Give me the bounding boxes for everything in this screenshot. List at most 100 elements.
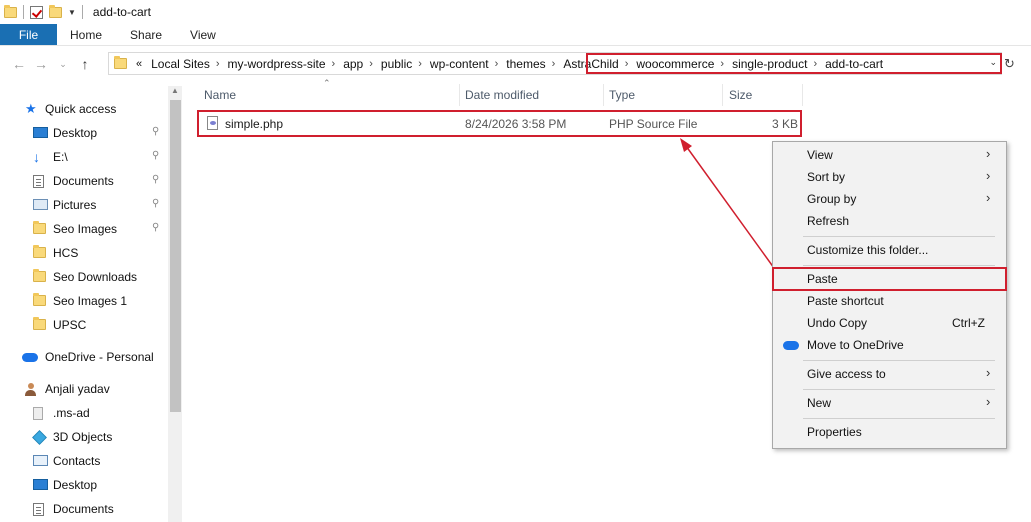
breadcrumb-public[interactable]: public <box>381 57 412 71</box>
column-divider[interactable] <box>722 84 723 106</box>
sidebar-item-onedrive[interactable]: OneDrive - Personal <box>0 346 168 368</box>
breadcrumb-chevron-icon[interactable]: › <box>332 58 336 70</box>
sidebar-item-documents-2[interactable]: Documents <box>0 498 168 520</box>
menu-item-label: Sort by <box>807 170 846 184</box>
pin-icon[interactable]: ⚲ <box>152 150 159 161</box>
submenu-chevron-icon: › <box>986 190 991 205</box>
recent-locations-chevron-icon[interactable]: ⌄ <box>52 59 74 70</box>
column-divider[interactable] <box>459 84 460 106</box>
breadcrumb-chevron-icon[interactable]: › <box>625 58 629 70</box>
submenu-chevron-icon: › <box>986 365 991 380</box>
sidebar-scrollbar-thumb[interactable] <box>170 100 181 412</box>
sidebar-item-contacts[interactable]: Contacts <box>0 450 168 472</box>
sidebar-item-desktop-2[interactable]: Desktop <box>0 474 168 496</box>
pin-icon[interactable]: ⚲ <box>152 198 159 209</box>
sidebar-item-user[interactable]: Anjali yadav <box>0 378 168 400</box>
menu-item-give-access[interactable]: Give access to › <box>773 363 1006 385</box>
sidebar-item-upsc[interactable]: UPSC <box>0 314 168 336</box>
menu-item-paste[interactable]: Paste <box>773 268 1006 290</box>
overflow-chevron-icon[interactable]: « <box>136 58 142 70</box>
file-name: simple.php <box>225 117 284 131</box>
menu-item-paste-shortcut[interactable]: Paste shortcut <box>773 290 1006 312</box>
breadcrumb-themes[interactable]: themes <box>506 57 545 71</box>
breadcrumb-chevron-icon[interactable]: › <box>369 58 373 70</box>
breadcrumb-add-to-cart[interactable]: add-to-cart <box>825 57 883 71</box>
breadcrumb-astrachild[interactable]: AstraChild <box>563 57 618 71</box>
contacts-icon <box>33 455 48 466</box>
sidebar-item-seo-images-1[interactable]: Seo Images 1 <box>0 290 168 312</box>
column-divider[interactable] <box>802 84 803 106</box>
refresh-icon[interactable]: ↻ <box>1004 56 1015 72</box>
desktop-icon <box>33 479 48 490</box>
column-header-date-modified[interactable]: Date modified <box>465 84 539 106</box>
user-icon <box>25 383 36 396</box>
breadcrumb-chevron-icon[interactable]: › <box>418 58 422 70</box>
back-arrow-icon[interactable]: ← <box>8 56 30 72</box>
menu-separator <box>803 389 995 390</box>
ribbon-tabs: File Home Share View <box>0 24 1031 46</box>
folder-icon <box>4 4 17 18</box>
file-row[interactable]: simple.php 8/24/2026 3:58 PM PHP Source … <box>198 112 802 136</box>
menu-item-move-to-onedrive[interactable]: Move to OneDrive <box>773 334 1006 356</box>
breadcrumb-chevron-icon[interactable]: › <box>216 58 220 70</box>
breadcrumb-chevron-icon[interactable]: › <box>552 58 556 70</box>
customize-toolbar-chevron-icon[interactable]: ▼ <box>68 8 76 17</box>
menu-item-view[interactable]: View › <box>773 144 1006 166</box>
menu-item-label: New <box>807 396 832 410</box>
new-folder-icon[interactable] <box>49 4 62 18</box>
menu-item-customize-folder[interactable]: Customize this folder... <box>773 239 1006 261</box>
pin-icon[interactable]: ⚲ <box>152 222 159 233</box>
breadcrumb-chevron-icon[interactable]: › <box>720 58 724 70</box>
column-header-name[interactable]: Name <box>204 84 236 106</box>
up-arrow-icon[interactable]: ↑ <box>74 56 96 72</box>
address-bar[interactable]: « Local Sites › my-wordpress-site › app … <box>108 52 1002 75</box>
breadcrumb-chevron-icon[interactable]: › <box>813 58 817 70</box>
menu-item-label: Customize this folder... <box>807 243 929 257</box>
tab-home[interactable]: Home <box>57 24 116 45</box>
sidebar-item-3d-objects[interactable]: 3D Objects <box>0 426 168 448</box>
forward-arrow-icon[interactable]: → <box>30 56 52 72</box>
menu-item-refresh[interactable]: Refresh <box>773 210 1006 232</box>
breadcrumb-wp-content[interactable]: wp-content <box>430 57 489 71</box>
breadcrumb-chevron-icon[interactable]: › <box>495 58 499 70</box>
sidebar-item-pictures[interactable]: Pictures ⚲ <box>0 194 168 216</box>
menu-item-properties[interactable]: Properties <box>773 421 1006 443</box>
sidebar-item-label: E:\ <box>53 150 68 164</box>
onedrive-icon <box>783 341 799 350</box>
pin-icon[interactable]: ⚲ <box>152 126 159 137</box>
submenu-chevron-icon: › <box>986 146 991 161</box>
tab-view[interactable]: View <box>176 24 230 45</box>
sidebar-item-documents[interactable]: Documents ⚲ <box>0 170 168 192</box>
column-header-size[interactable]: Size <box>729 84 752 106</box>
annotation-arrow-line <box>685 145 775 269</box>
sidebar-item-seo-images[interactable]: Seo Images ⚲ <box>0 218 168 240</box>
sidebar-item-hcs[interactable]: HCS <box>0 242 168 264</box>
tab-file[interactable]: File <box>0 24 57 45</box>
menu-item-undo-copy[interactable]: Undo Copy Ctrl+Z <box>773 312 1006 334</box>
address-dropdown-chevron-icon[interactable]: ⌄ <box>989 57 997 68</box>
sidebar-item-quick-access[interactable]: ★ Quick access <box>0 98 168 120</box>
sidebar-item-e-drive[interactable]: ↓ E:\ ⚲ <box>0 146 168 168</box>
sidebar-item-desktop[interactable]: Desktop ⚲ <box>0 122 168 144</box>
menu-separator <box>803 418 995 419</box>
breadcrumb-local-sites[interactable]: Local Sites <box>151 57 210 71</box>
breadcrumb-woocommerce[interactable]: woocommerce <box>636 57 714 71</box>
toolbar-divider <box>81 5 83 19</box>
menu-item-new[interactable]: New › <box>773 392 1006 414</box>
scroll-up-arrow-icon[interactable]: ▲ <box>171 86 179 95</box>
menu-item-label: Refresh <box>807 214 850 228</box>
menu-item-group-by[interactable]: Group by › <box>773 188 1006 210</box>
window-title: add-to-cart <box>92 5 151 19</box>
sidebar-item-label: Contacts <box>53 454 101 468</box>
column-divider[interactable] <box>603 84 604 106</box>
menu-item-sort-by[interactable]: Sort by › <box>773 166 1006 188</box>
tab-share[interactable]: Share <box>116 24 176 45</box>
breadcrumb-single-product[interactable]: single-product <box>732 57 807 71</box>
properties-icon[interactable] <box>30 5 43 19</box>
sidebar-item-seo-downloads[interactable]: Seo Downloads <box>0 266 168 288</box>
column-header-type[interactable]: Type <box>609 84 635 106</box>
sidebar-item-ms-ad[interactable]: .ms-ad <box>0 402 168 424</box>
breadcrumb-app[interactable]: app <box>343 57 363 71</box>
pin-icon[interactable]: ⚲ <box>152 174 159 185</box>
breadcrumb-my-wordpress-site[interactable]: my-wordpress-site <box>228 57 326 71</box>
